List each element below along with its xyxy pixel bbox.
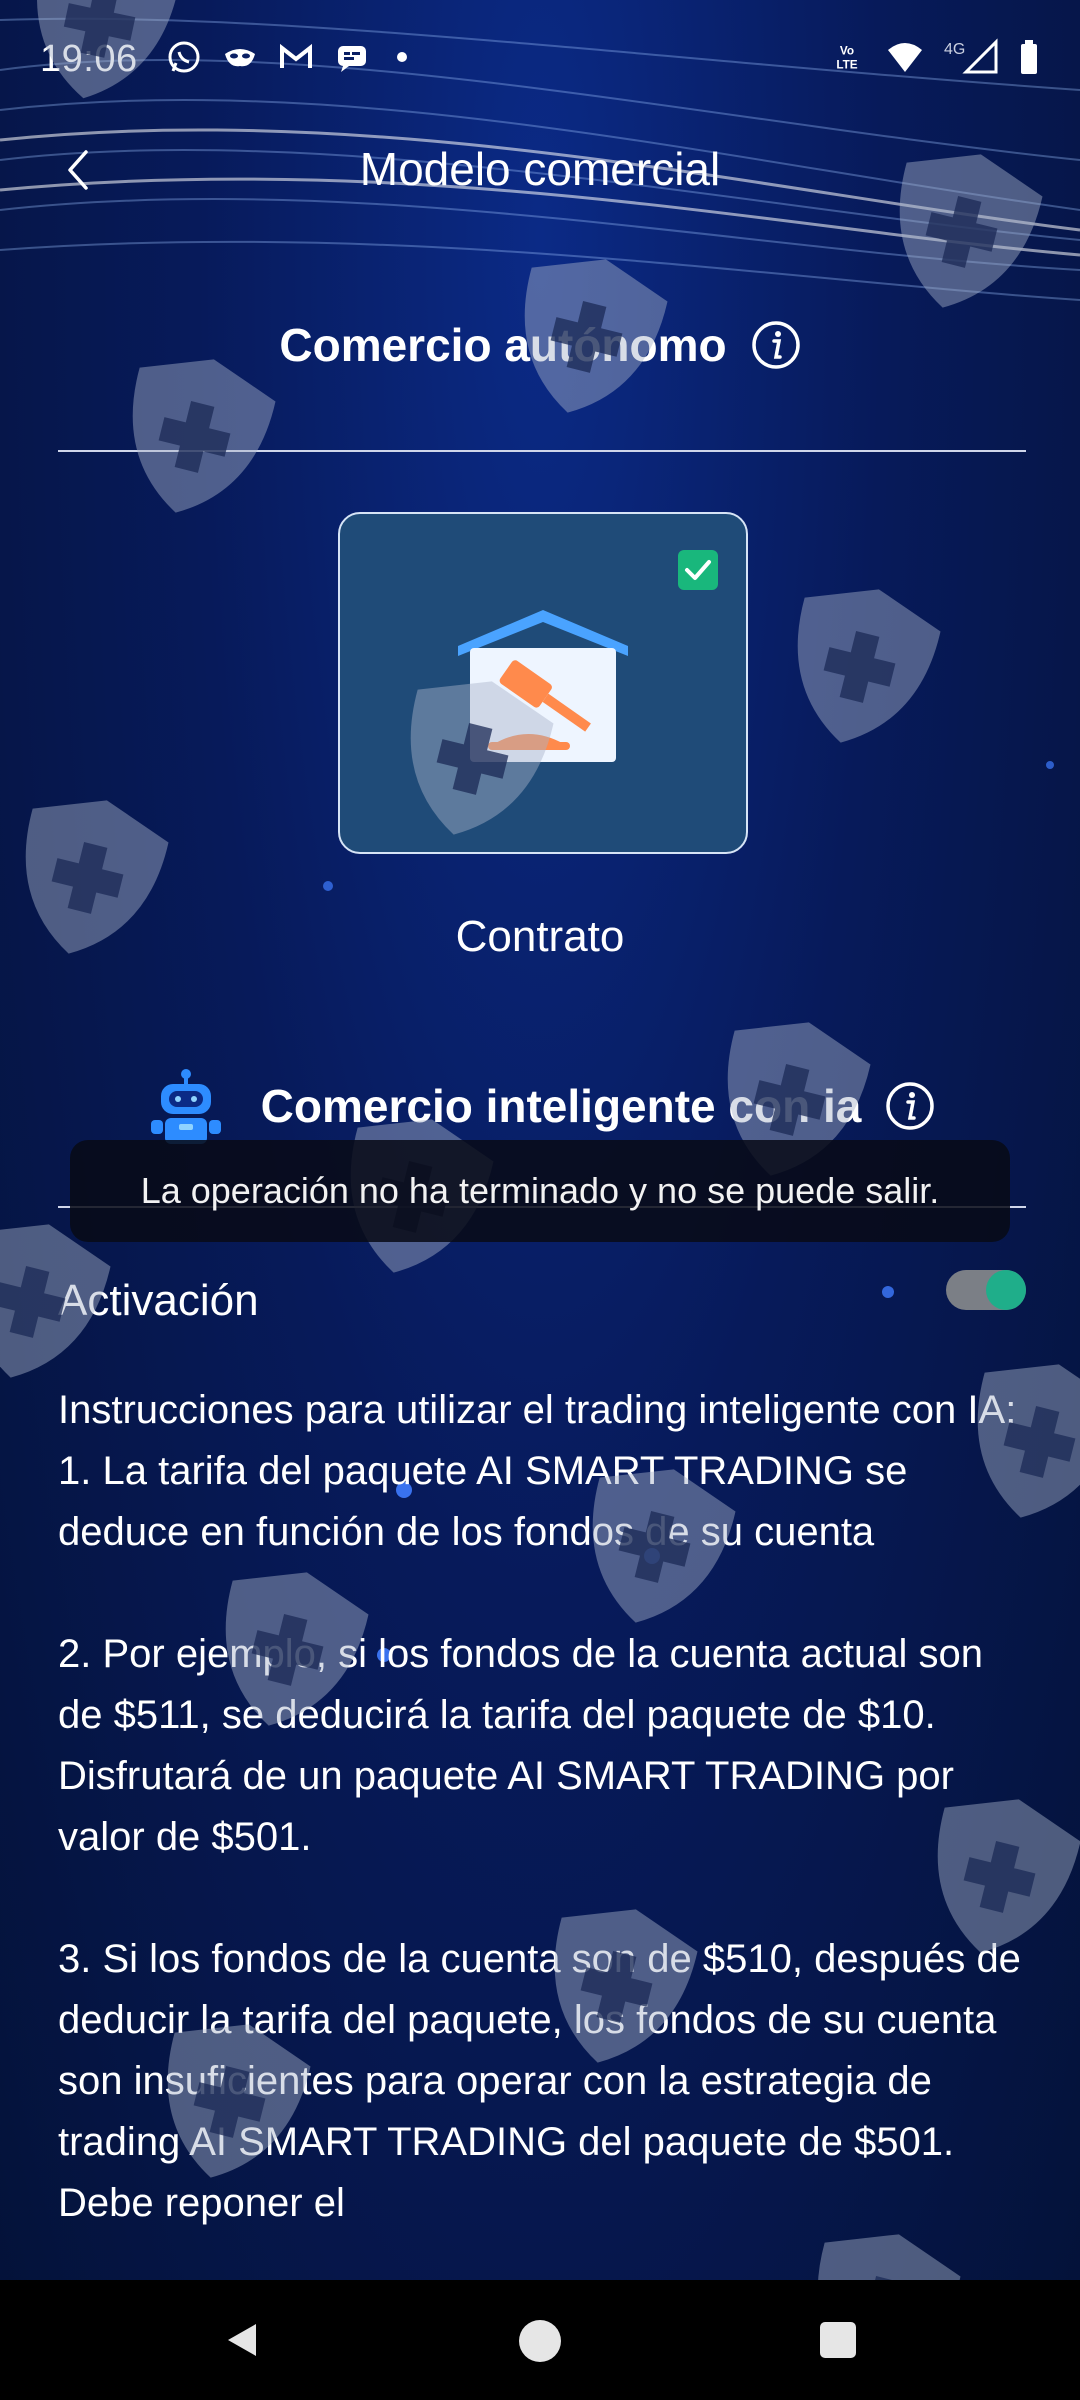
status-bar: 19:06 Vo LTE 4G <box>0 0 1080 120</box>
system-navigation-bar <box>0 2280 1080 2400</box>
autonomous-section-header: Comercio autónomo <box>0 318 1080 372</box>
nav-back-icon[interactable] <box>222 2320 262 2360</box>
instruction-item-2: 2. Por ejemplo, si los fondos de la cuen… <box>58 1632 983 1859</box>
chat-icon <box>333 38 371 76</box>
activation-label: Activación <box>58 1276 259 1325</box>
checkbox-checked-icon[interactable] <box>678 550 718 590</box>
notification-icons <box>165 38 407 76</box>
more-notifications-dot <box>397 52 407 62</box>
svg-text:LTE: LTE <box>836 59 857 72</box>
autonomous-title: Comercio autónomo <box>279 319 727 371</box>
svg-text:Vo: Vo <box>840 44 854 57</box>
info-icon[interactable] <box>751 320 801 370</box>
volte-icon: Vo LTE <box>826 38 868 76</box>
nav-home-icon[interactable] <box>519 2320 561 2362</box>
activation-row: Activación <box>58 1270 1026 1330</box>
page-title: Modelo comercial <box>359 143 721 195</box>
robot-icon <box>150 1069 221 1144</box>
signal-icon: 4G <box>942 38 1000 76</box>
system-icons: Vo LTE 4G <box>826 38 1040 76</box>
contract-label: Contrato <box>455 912 625 961</box>
app-header: Modelo comercial <box>0 120 1080 220</box>
wifi-icon <box>886 38 924 76</box>
contract-card[interactable] <box>338 512 748 854</box>
network-type-text: 4G <box>944 41 965 58</box>
instructions-heading: Instrucciones para utilizar el trading i… <box>58 1388 1017 1432</box>
toggle-knob <box>986 1270 1026 1310</box>
mask-icon <box>221 38 259 76</box>
battery-icon <box>1018 38 1040 76</box>
activation-toggle[interactable] <box>946 1270 1026 1310</box>
instructions-text: Instrucciones para utilizar el trading i… <box>58 1380 1038 2295</box>
whatsapp-icon <box>165 38 203 76</box>
nav-recent-icon[interactable] <box>820 2322 856 2358</box>
ai-title: Comercio inteligente con ia <box>260 1080 862 1132</box>
ai-info-icon[interactable] <box>885 1081 935 1131</box>
toast-message: La operación no ha terminado y no se pue… <box>70 1140 1010 1242</box>
gmail-icon <box>277 38 315 76</box>
section-divider <box>58 450 1026 452</box>
instruction-item-3: 3. Si los fondos de la cuenta son de $51… <box>58 1937 1021 2225</box>
status-time: 19:06 <box>40 38 138 80</box>
auction-house-icon <box>458 610 628 762</box>
instruction-item-1: 1. La tarifa del paquete AI SMART TRADIN… <box>58 1449 908 1554</box>
